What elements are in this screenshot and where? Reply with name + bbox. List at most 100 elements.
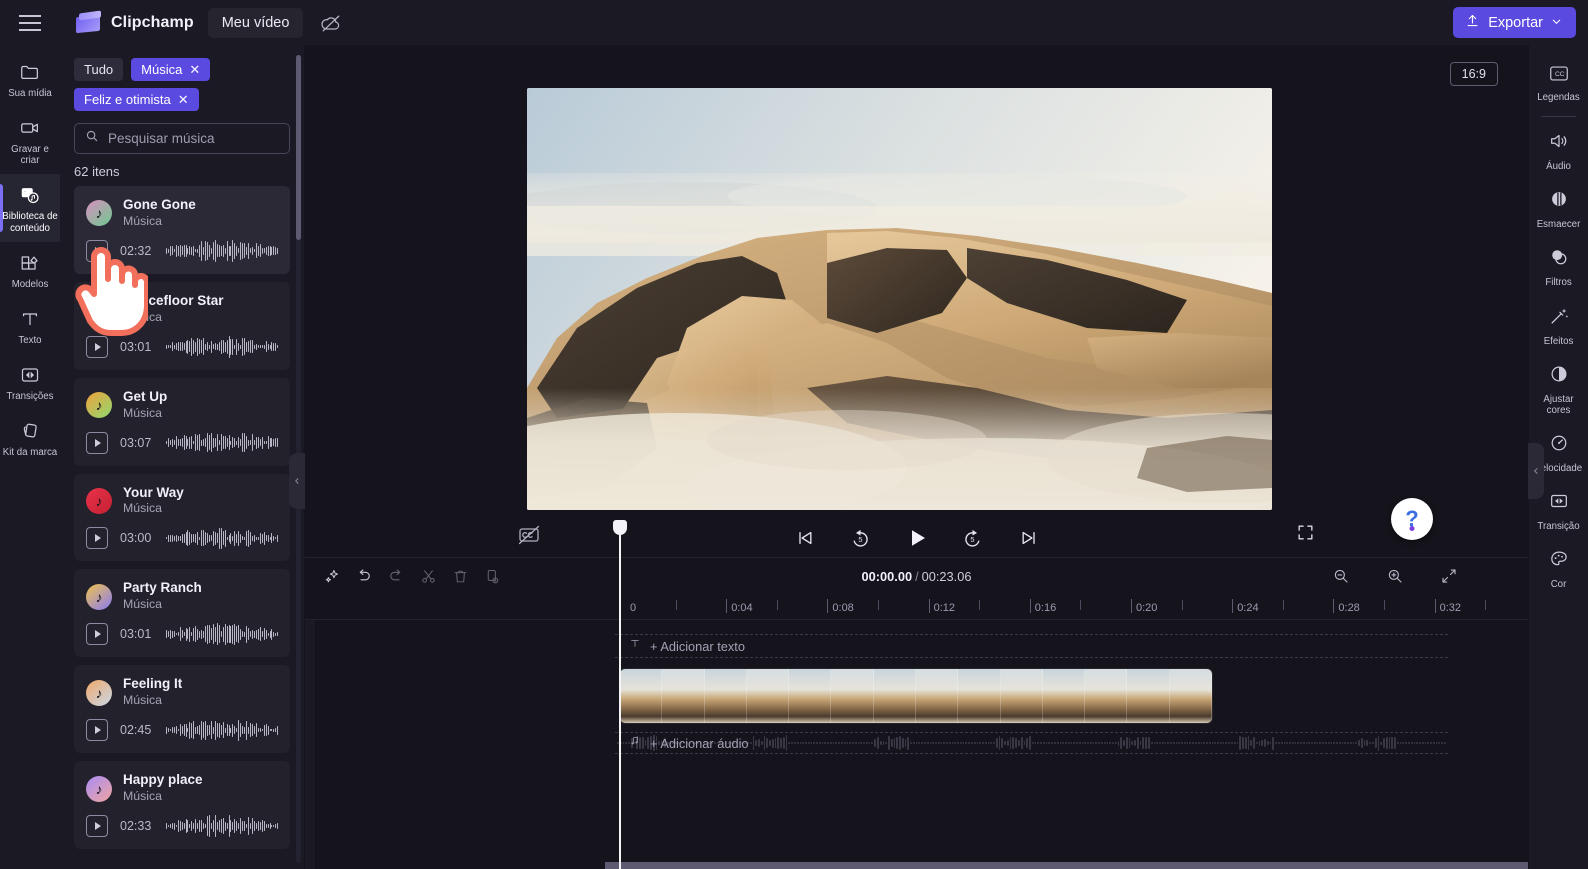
export-button[interactable]: Exportar — [1453, 7, 1576, 38]
list-item[interactable]: ♪ Happy place Música 02:33 — [74, 761, 290, 850]
play-button[interactable] — [86, 815, 108, 838]
filter-chip-feliz-e-otimista[interactable]: Feliz e otimista ✕ — [74, 88, 199, 111]
audio-track[interactable]: + Adicionar áudio — [615, 732, 1448, 754]
list-item[interactable]: ♪ Party Ranch Música 03:01 — [74, 569, 290, 658]
collapse-properties-panel-button[interactable] — [1528, 443, 1544, 499]
sidebar-item-transicoes[interactable]: Transições — [0, 354, 60, 410]
aspect-ratio-button[interactable]: 16:9 — [1449, 62, 1498, 86]
undo-button[interactable] — [351, 563, 377, 589]
sidebar-item-biblioteca-de-conteudo[interactable]: Biblioteca de conteúdo — [0, 174, 60, 242]
upload-icon — [1465, 13, 1480, 32]
delete-button[interactable] — [447, 563, 473, 589]
timeline-toolbar: 00:00.00/00:23.06 — [305, 558, 1528, 594]
cloud-off-icon[interactable] — [317, 9, 345, 37]
playhead-handle[interactable] — [613, 520, 627, 535]
fade-icon — [1548, 188, 1570, 215]
duplicate-button[interactable] — [479, 563, 505, 589]
filter-chip-label: Música — [141, 62, 183, 77]
sidebar-item-label: Ajustar cores — [1543, 393, 1574, 416]
track-subtitle: Música — [123, 789, 162, 804]
text-track[interactable]: + Adicionar texto — [615, 634, 1448, 658]
filter-chip-tudo[interactable]: Tudo — [74, 58, 124, 81]
filter-chip-label: Tudo — [84, 62, 114, 77]
sidebar-item-label: Texto — [18, 334, 42, 346]
video-clip[interactable] — [619, 668, 1213, 724]
filter-chip-musica[interactable]: Música ✕ — [131, 58, 211, 81]
sidebar-item-label: Gravar e criar — [11, 144, 49, 167]
play-button[interactable] — [904, 525, 930, 551]
video-preview[interactable] — [527, 88, 1272, 510]
play-button[interactable] — [86, 623, 108, 646]
sidebar-item-efeitos[interactable]: Efeitos — [1529, 296, 1588, 354]
sidebar-item-filtros[interactable]: Filtros — [1529, 237, 1588, 295]
list-item[interactable]: ♪ Feeling It Música 02:45 — [74, 665, 290, 754]
close-icon[interactable]: ✕ — [189, 63, 200, 76]
play-button[interactable] — [86, 431, 108, 454]
search-input[interactable] — [108, 131, 285, 146]
help-question-icon: ? — [1405, 506, 1419, 531]
sidebar-item-label: Biblioteca de conteúdo — [2, 211, 58, 234]
play-button[interactable] — [86, 239, 108, 262]
sidebar-item-cor[interactable]: Cor — [1529, 539, 1588, 597]
track-duration: 03:07 — [120, 435, 152, 450]
brand-kit-icon — [19, 420, 41, 442]
list-item[interactable]: ♪ Gone Gone Música 02:32 — [74, 186, 290, 274]
zoom-out-button[interactable] — [1328, 563, 1354, 589]
timeline-ruler[interactable]: 00:040:080:120:160:200:240:280:320:360:4… — [305, 594, 1588, 620]
track-duration: 03:00 — [120, 531, 152, 546]
fullscreen-button[interactable] — [1296, 523, 1315, 547]
forward-5-seconds-button[interactable]: 5 — [960, 525, 986, 551]
play-button[interactable] — [86, 719, 108, 742]
timeline-horizontal-scrollbar[interactable] — [605, 862, 1528, 869]
waveform — [166, 239, 278, 262]
sidebar-item-kit-da-marca[interactable]: Kit da marca — [0, 410, 60, 466]
redo-button[interactable] — [383, 563, 409, 589]
play-button[interactable] — [86, 335, 108, 358]
play-button[interactable] — [86, 527, 108, 550]
track-subtitle: Música — [123, 501, 162, 516]
transition-icon — [1548, 490, 1570, 517]
skip-to-start-button[interactable] — [792, 525, 818, 551]
list-item[interactable]: ♪ Get Up Música 03:07 — [74, 377, 290, 466]
top-bar: Clipchamp Meu vídeo Exportar — [0, 0, 1588, 45]
filter-chip-label: Feliz e otimista — [84, 92, 171, 107]
sidebar-item-label: Kit da marca — [2, 447, 58, 459]
close-icon[interactable]: ✕ — [178, 93, 189, 106]
split-button[interactable] — [415, 563, 441, 589]
playhead[interactable] — [613, 520, 627, 869]
sidebar-item-legendas[interactable]: C C Legendas — [1529, 55, 1588, 110]
contrast-icon — [1548, 363, 1570, 390]
sidebar-item-audio[interactable]: Áudio — [1529, 121, 1588, 179]
sidebar-item-label: Transições — [6, 391, 54, 403]
zoom-in-button[interactable] — [1382, 563, 1408, 589]
album-art-icon: ♪ — [86, 583, 112, 610]
sidebar-item-label: Efeitos — [1543, 335, 1574, 347]
list-item[interactable]: ♪ Your Way Música 03:00 — [74, 473, 290, 562]
sidebar-item-modelos[interactable]: Modelos — [0, 242, 60, 298]
track-title: Gone Gone — [123, 197, 196, 212]
fit-to-screen-button[interactable] — [1436, 563, 1462, 589]
sidebar-item-ajustar-cores[interactable]: Ajustar cores — [1529, 354, 1588, 423]
sidebar-item-sua-midia[interactable]: Sua mídia — [0, 51, 60, 107]
music-note-icon — [629, 734, 641, 752]
rewind-5-seconds-button[interactable]: 5 — [848, 525, 874, 551]
transitions-icon — [19, 364, 41, 386]
sidebar-item-texto[interactable]: Texto — [0, 298, 60, 354]
chevron-down-icon — [1551, 15, 1562, 31]
collapse-library-panel-button[interactable] — [289, 453, 305, 509]
skip-to-end-button[interactable] — [1016, 525, 1042, 551]
track-title: Get Up — [123, 388, 168, 404]
track-title: Party Ranch — [123, 580, 202, 596]
library-scrollbar-thumb[interactable] — [296, 55, 301, 240]
track-duration: 03:01 — [120, 339, 152, 354]
search-box[interactable] — [74, 123, 290, 154]
project-title-button[interactable]: Meu vídeo — [207, 7, 304, 38]
list-item[interactable]: ♪ Dancefloor Star Música 03:01 — [74, 281, 290, 370]
magic-tools-button[interactable] — [319, 563, 345, 589]
right-properties-rail: C C Legendas Áudio Esmaecer Filtros Efei… — [1528, 45, 1588, 869]
sidebar-item-esmaecer[interactable]: Esmaecer — [1529, 179, 1588, 237]
help-button[interactable]: ? — [1391, 498, 1433, 540]
hamburger-menu-icon[interactable] — [12, 5, 48, 41]
item-count-label: 62 itens — [74, 164, 120, 179]
sidebar-item-gravar-e-criar[interactable]: Gravar e criar — [0, 107, 60, 174]
